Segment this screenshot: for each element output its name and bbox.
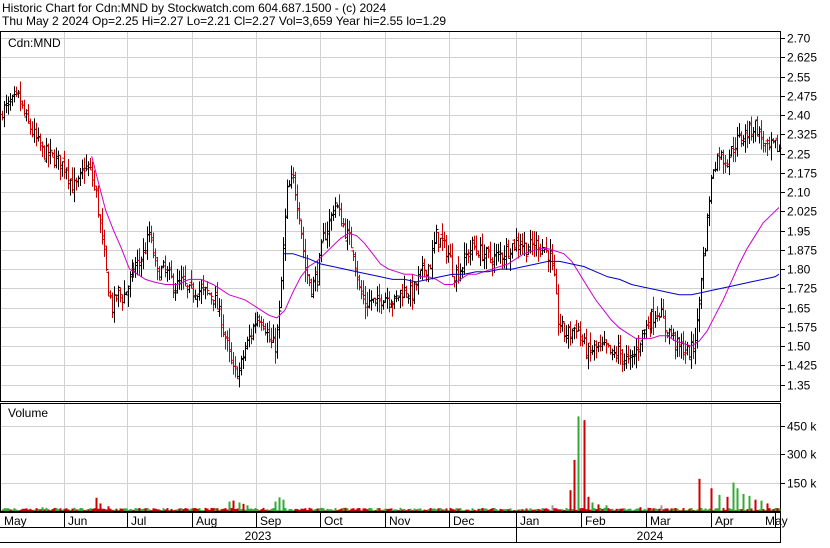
price-tick-label: 1.725 [787, 282, 817, 296]
chart-title: Historic Chart for Cdn:MND by Stockwatch… [2, 1, 386, 15]
price-tick-label: 2.55 [787, 71, 811, 85]
symbol-label: Cdn:MND [8, 36, 61, 50]
price-tick-label: 1.575 [787, 321, 817, 335]
price-tick-label: 2.25 [787, 148, 811, 162]
chart-quote-line: Thu May 2 2024 Op=2.25 Hi=2.27 Lo=2.21 C… [2, 14, 446, 28]
month-label: Apr [715, 514, 734, 528]
volume-label: Volume [8, 406, 48, 420]
historic-chart: Historic Chart for Cdn:MND by Stockwatch… [0, 0, 830, 543]
price-tick-label: 2.475 [787, 90, 817, 104]
price-tick-label: 2.70 [787, 32, 811, 46]
month-label: Jun [68, 514, 87, 528]
month-label: May [765, 514, 788, 528]
price-tick-label: 1.875 [787, 244, 817, 258]
price-tick-label: 2.40 [787, 109, 811, 123]
month-label: Dec [453, 514, 474, 528]
month-label: Jul [131, 514, 146, 528]
volume-tick-label: 450 k [787, 420, 817, 434]
price-tick-label: 2.175 [787, 167, 817, 181]
year-label-2024: 2024 [637, 529, 664, 543]
price-tick-label: 1.65 [787, 302, 811, 316]
month-label: Jan [520, 514, 539, 528]
chart-background [0, 0, 830, 543]
price-tick-label: 1.80 [787, 263, 811, 277]
year-label-2023: 2023 [245, 529, 272, 543]
price-tick-label: 1.425 [787, 359, 817, 373]
price-tick-label: 2.025 [787, 205, 817, 219]
price-tick-label: 2.10 [787, 186, 811, 200]
month-label: Sep [260, 514, 282, 528]
price-tick-label: 1.50 [787, 340, 811, 354]
month-label: May [4, 514, 27, 528]
month-label: Aug [196, 514, 217, 528]
month-label: Mar [650, 514, 671, 528]
month-label: Nov [389, 514, 410, 528]
price-tick-label: 1.35 [787, 379, 811, 393]
volume-tick-label: 300 k [787, 448, 817, 462]
chart-stage: Historic Chart for Cdn:MND by Stockwatch… [0, 0, 830, 543]
volume-tick-label: 150 k [787, 477, 817, 491]
price-tick-label: 1.95 [787, 225, 811, 239]
price-tick-label: 2.325 [787, 128, 817, 142]
price-tick-label: 2.625 [787, 51, 817, 65]
month-label: Oct [324, 514, 343, 528]
month-label: Feb [585, 514, 606, 528]
